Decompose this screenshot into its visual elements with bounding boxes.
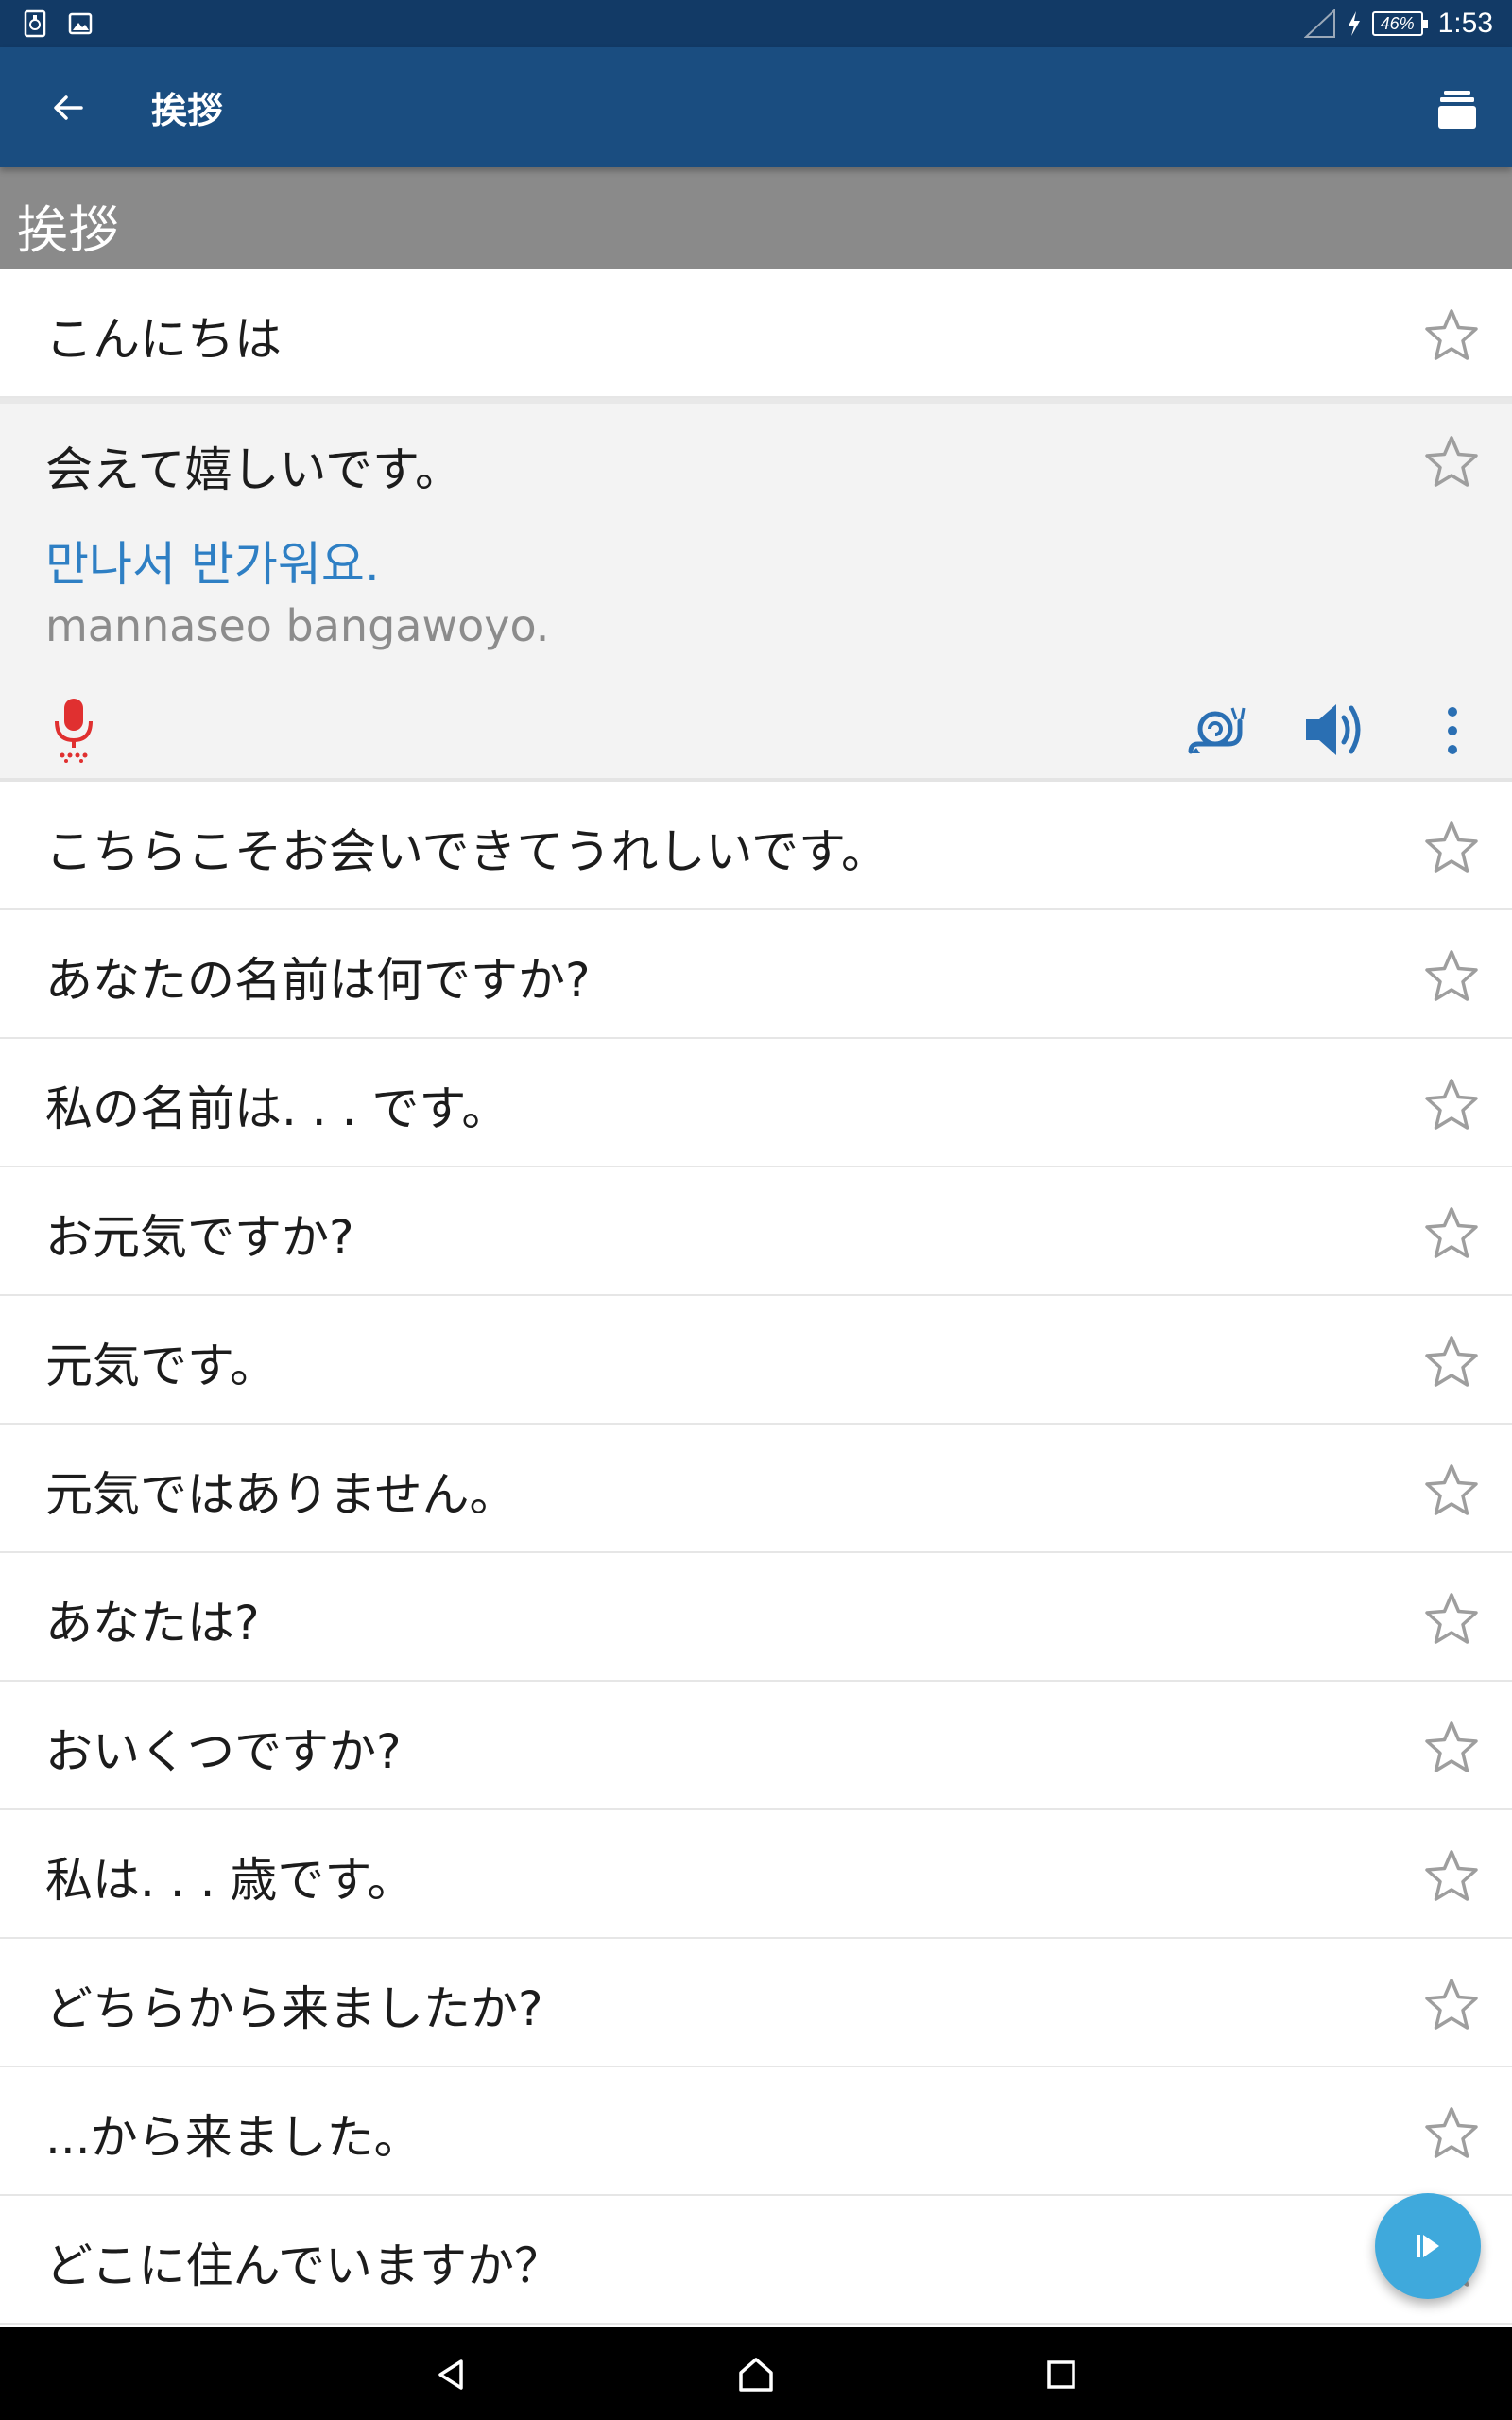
- phrase-text: おいくつですか?: [45, 1724, 402, 1779]
- phrase-row[interactable]: おいくつですか?: [0, 1682, 1512, 1810]
- microphone-icon[interactable]: [45, 697, 102, 763]
- back-button[interactable]: [36, 79, 100, 136]
- phrase-text: どこに住んでいますか？: [45, 2238, 561, 2293]
- signal-icon: [1303, 9, 1335, 38]
- phrase-text: どちらから来ましたか?: [45, 1981, 543, 2036]
- star-icon[interactable]: [1421, 1332, 1482, 1392]
- phrase-text: こんにちは: [45, 312, 282, 367]
- phrase-text: こちらこそお会いできてうれしいです。: [45, 824, 888, 879]
- flashcards-button[interactable]: [1429, 81, 1486, 138]
- phrase-text: 私の名前は. . . です。: [45, 1081, 509, 1136]
- status-time: 1:53: [1437, 8, 1493, 39]
- status-bar-system: 46% 1:53: [1303, 0, 1493, 47]
- phrase-text: 会えて嬉しいです。: [45, 442, 462, 497]
- sim-card-icon: [24, 9, 46, 38]
- phrase-romanization: mannaseo bangawoyo.: [45, 600, 550, 651]
- phrase-text: あなたは?: [45, 1596, 260, 1651]
- phrase-row[interactable]: 元気です。: [0, 1296, 1512, 1425]
- star-icon[interactable]: [1421, 1589, 1482, 1650]
- phrase-translation: 만나서 반가워요.: [45, 537, 380, 592]
- app-bar: 挨拶: [0, 47, 1512, 167]
- category-header: 挨拶: [0, 167, 1512, 269]
- star-icon[interactable]: [1421, 305, 1482, 366]
- nav-back-icon: [438, 2360, 463, 2390]
- page-title: 挨拶: [151, 90, 224, 131]
- status-bar: 46% 1:53: [0, 0, 1512, 47]
- star-icon[interactable]: [1421, 1461, 1482, 1521]
- star-icon[interactable]: [1421, 1718, 1482, 1778]
- phrase-row[interactable]: こちらこそお会いできてうれしいです。: [0, 782, 1512, 910]
- phrase-row[interactable]: 私の名前は. . . です。: [0, 1039, 1512, 1167]
- phrase-row[interactable]: ...から来ました。: [0, 2067, 1512, 2196]
- star-icon[interactable]: [1421, 432, 1482, 493]
- battery-indicator: 46%: [1371, 11, 1428, 36]
- star-icon[interactable]: [1421, 1975, 1482, 2035]
- phrase-row[interactable]: あなたの名前は何ですか?: [0, 910, 1512, 1039]
- star-icon[interactable]: [1421, 946, 1482, 1007]
- star-icon[interactable]: [1421, 1846, 1482, 1907]
- phrase-row[interactable]: こんにちは: [0, 269, 1512, 398]
- play-icon: [1417, 2235, 1439, 2257]
- star-icon[interactable]: [1421, 1203, 1482, 1264]
- arrow-back-icon: [54, 95, 83, 120]
- home-icon: [739, 2358, 773, 2392]
- phrase-row[interactable]: あなたは?: [0, 1553, 1512, 1682]
- nav-home-button[interactable]: [728, 2346, 784, 2403]
- phrase-list: こんにちは 会えて嬉しいです。 만나서 반가워요. mannaseo banga…: [0, 269, 1512, 2325]
- star-icon[interactable]: [1421, 818, 1482, 878]
- nav-recents-button[interactable]: [1033, 2346, 1090, 2403]
- star-icon[interactable]: [1421, 2103, 1482, 2164]
- flashcards-icon: [1438, 91, 1476, 129]
- star-icon[interactable]: [1421, 1075, 1482, 1135]
- nav-back-button[interactable]: [423, 2346, 480, 2403]
- recents-icon: [1047, 2360, 1075, 2389]
- phrase-row[interactable]: お元気ですか?: [0, 1167, 1512, 1296]
- phrase-row[interactable]: 元気ではありません。: [0, 1425, 1512, 1553]
- speaker-icon[interactable]: [1302, 699, 1368, 761]
- phrase-text: 元気ではありません。: [45, 1467, 517, 1522]
- phrase-text: お元気ですか?: [45, 1210, 354, 1265]
- image-icon: [68, 12, 93, 35]
- category-title: 挨拶: [17, 200, 119, 260]
- phrase-text: 元気です。: [45, 1339, 277, 1393]
- phrase-row-expanded[interactable]: 会えて嬉しいです。 만나서 반가워요. mannaseo bangawoyo.: [0, 398, 1512, 782]
- slow-playback-icon[interactable]: [1187, 700, 1247, 761]
- phrase-row[interactable]: どちらから来ましたか?: [0, 1939, 1512, 2067]
- phrase-text: 私は. . . 歳です。: [45, 1853, 415, 1908]
- play-all-button[interactable]: [1375, 2193, 1481, 2299]
- phrase-text: ...から来ました。: [45, 2110, 421, 2165]
- phrase-row[interactable]: 私は. . . 歳です。: [0, 1810, 1512, 1939]
- phrase-text: あなたの名前は何ですか?: [45, 953, 591, 1008]
- status-bar-notifications: [23, 9, 93, 38]
- phrase-row[interactable]: どこに住んでいますか？: [0, 2196, 1512, 2325]
- charging-icon: [1348, 11, 1360, 36]
- navigation-bar: [0, 2327, 1512, 2420]
- more-options-icon[interactable]: [1429, 700, 1476, 761]
